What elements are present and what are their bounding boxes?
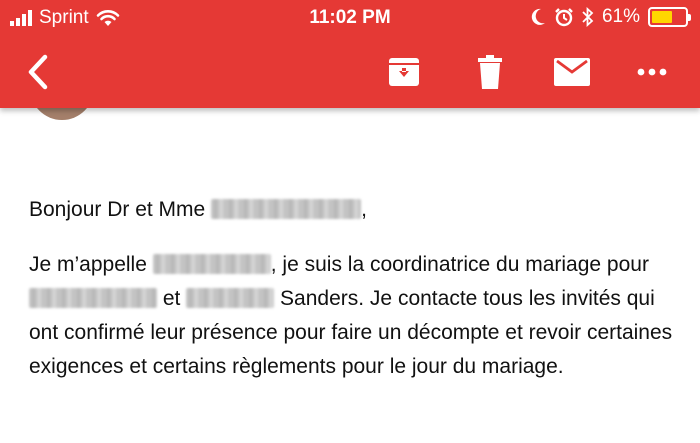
app-header: Sprint 11:02 PM 61% [0, 0, 700, 108]
paragraph-text-1: Je m’appelle [29, 253, 147, 276]
alarm-icon [555, 8, 573, 27]
archive-icon [389, 58, 419, 86]
email-greeting: Bonjour Dr et Mme , [29, 193, 679, 227]
battery-level [652, 11, 672, 23]
mark-unread-button[interactable] [548, 48, 596, 96]
email-paragraph: Je m’appelle , je suis la coordinatrice … [29, 248, 679, 384]
archive-button[interactable] [380, 48, 428, 96]
redacted-name [29, 288, 157, 308]
email-body: Bonjour Dr et Mme , Je m’appelle , je su… [29, 193, 679, 384]
back-button[interactable] [14, 48, 62, 96]
trash-icon [478, 55, 502, 89]
redacted-name [152, 254, 271, 274]
moon-icon [531, 8, 545, 25]
paragraph-text-2: , je suis la coordinatrice du mariage po… [270, 253, 649, 276]
battery-percent: 61% [601, 6, 640, 27]
status-bar: Sprint 11:02 PM 61% [0, 0, 700, 36]
greeting-text: Bonjour Dr et Mme [29, 198, 206, 221]
battery-icon [648, 7, 691, 27]
paragraph-text-3: et [162, 287, 181, 310]
email-toolbar [0, 36, 700, 108]
mail-icon [554, 58, 590, 86]
more-options-button[interactable] [628, 48, 676, 96]
back-arrow-icon [28, 54, 48, 90]
redacted-name [211, 199, 362, 219]
greeting-comma: , [361, 198, 367, 221]
bluetooth-icon [582, 7, 594, 27]
redacted-name [186, 288, 275, 308]
more-icon [637, 68, 667, 76]
delete-button[interactable] [466, 48, 514, 96]
status-right: 61% [530, 6, 691, 28]
